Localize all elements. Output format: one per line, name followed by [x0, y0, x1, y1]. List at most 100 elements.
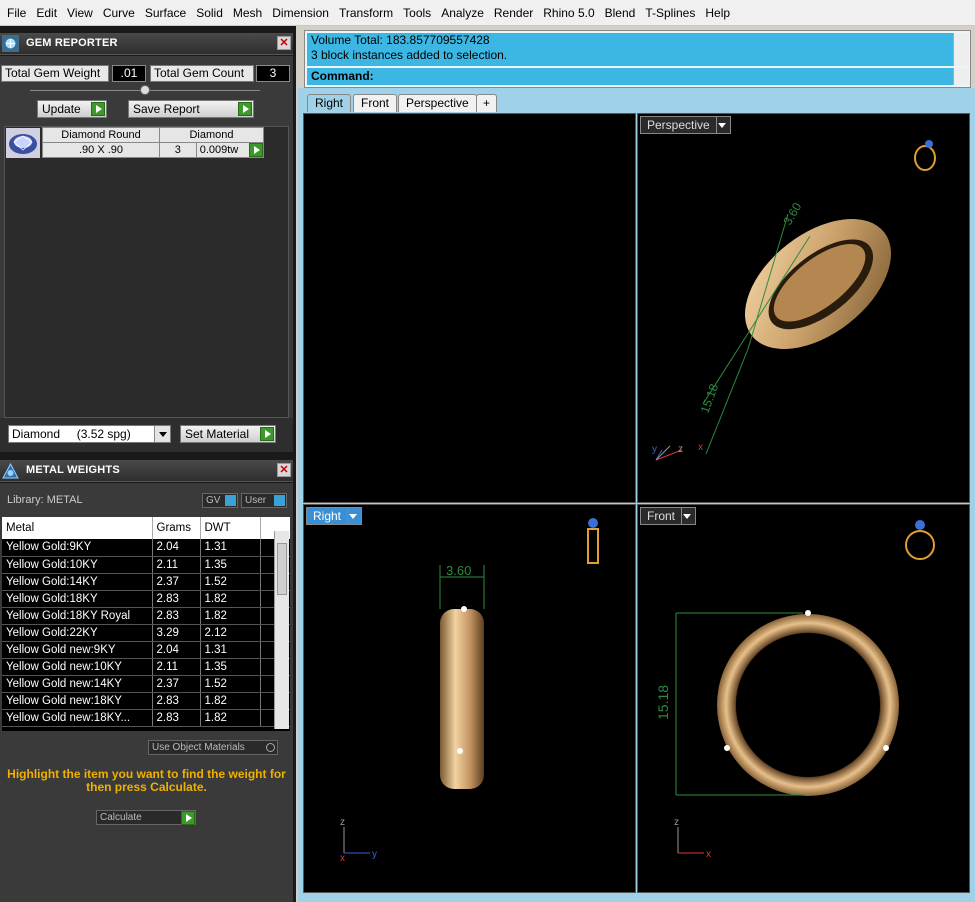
- gem-reporter-title: GEM REPORTER: [26, 37, 118, 49]
- table-row[interactable]: Yellow Gold new:9KY 2.04 1.31: [2, 641, 290, 659]
- grams-cell: 2.04: [152, 641, 201, 659]
- gem-weight-cell[interactable]: 0.009tw: [195, 142, 265, 158]
- material-select[interactable]: Diamond (3.52 spg): [8, 425, 171, 443]
- menu-edit[interactable]: Edit: [31, 0, 62, 26]
- viewport-right[interactable]: Right 3.60 zyx: [303, 504, 636, 893]
- ring-thumbnail-icon: [914, 140, 936, 171]
- axis-icon: zx: [674, 817, 711, 860]
- menu-analyze[interactable]: Analyze: [436, 0, 489, 26]
- tab-front[interactable]: Front: [353, 94, 398, 112]
- tab-right-label: Right: [315, 96, 344, 110]
- grams-cell: 2.11: [152, 658, 201, 676]
- table-row[interactable]: Yellow Gold new:18KY... 2.83 1.82: [2, 709, 290, 727]
- close-icon[interactable]: ✕: [277, 36, 291, 50]
- grams-cell: 2.04: [152, 539, 201, 557]
- command-history: Volume Total: 183.857709557428 3 block i…: [307, 33, 953, 66]
- svg-text:x: x: [340, 853, 345, 864]
- calculate-button[interactable]: Calculate: [96, 810, 196, 825]
- grams-cell: 2.37: [152, 573, 201, 591]
- menu-file[interactable]: File: [2, 0, 31, 26]
- metal-name-cell: Yellow Gold new:14KY: [2, 675, 153, 693]
- gem-reporter-icon: [2, 35, 19, 52]
- gem-count: 3: [159, 142, 197, 158]
- perspective-ring-render: 3.60 15.18 y z x: [652, 140, 936, 461]
- gem-size: .90 X .90: [42, 142, 160, 158]
- dwt-cell: 1.31: [200, 539, 261, 557]
- dwt-cell: 1.82: [200, 709, 261, 727]
- metal-name-cell: Yellow Gold:18KY Royal: [2, 607, 153, 625]
- table-row[interactable]: Yellow Gold:22KY 3.29 2.12: [2, 624, 290, 642]
- user-toggle[interactable]: User: [241, 493, 287, 508]
- metal-scrollbar[interactable]: [274, 531, 289, 729]
- command-input-scrollbar[interactable]: [953, 68, 969, 85]
- total-gem-count-value: 3: [256, 65, 290, 82]
- table-row[interactable]: Yellow Gold new:18KY 2.83 1.82: [2, 692, 290, 710]
- table-row[interactable]: Yellow Gold:18KY 2.83 1.82: [2, 590, 290, 608]
- metal-weights-icon: [2, 462, 19, 479]
- metal-name-cell: Yellow Gold new:18KY...: [2, 709, 153, 727]
- table-row[interactable]: Yellow Gold:14KY 2.37 1.52: [2, 573, 290, 591]
- metal-name-cell: Yellow Gold:9KY: [2, 539, 153, 557]
- dwt-cell: 1.35: [200, 556, 261, 574]
- dwt-cell: 1.82: [200, 607, 261, 625]
- viewport-perspective[interactable]: Perspective 3.60 15.18 yzx: [637, 113, 970, 503]
- update-button[interactable]: Update: [37, 100, 107, 118]
- calculate-hint: Highlight the item you want to find the …: [7, 767, 286, 794]
- table-row[interactable]: Yellow Gold:10KY 2.11 1.35: [2, 556, 290, 574]
- menu-transform[interactable]: Transform: [334, 0, 398, 26]
- viewport-empty[interactable]: [303, 113, 636, 503]
- command-input[interactable]: Command:: [307, 68, 953, 85]
- set-material-button[interactable]: Set Material: [180, 425, 276, 443]
- col-metal[interactable]: Metal: [2, 517, 153, 539]
- metal-name-cell: Yellow Gold:18KY: [2, 590, 153, 608]
- col-dwt[interactable]: DWT: [200, 517, 261, 539]
- save-report-label: Save Report: [133, 102, 200, 116]
- tab-perspective[interactable]: Perspective: [398, 94, 477, 112]
- scrollbar-thumb[interactable]: [277, 543, 287, 595]
- menu-mesh[interactable]: Mesh: [228, 0, 267, 26]
- table-row[interactable]: Yellow Gold:9KY 2.04 1.31: [2, 539, 290, 557]
- gv-toggle[interactable]: GV: [202, 493, 238, 508]
- menu-rhino5[interactable]: Rhino 5.0: [538, 0, 599, 26]
- col-grams[interactable]: Grams: [152, 517, 201, 539]
- grams-cell: 3.29: [152, 624, 201, 642]
- menu-tsplines[interactable]: T-Splines: [640, 0, 700, 26]
- slider-knob[interactable]: [140, 85, 150, 95]
- menu-curve[interactable]: Curve: [98, 0, 140, 26]
- viewport-area: Perspective 3.60 15.18 yzx Right 3.60 z …: [298, 113, 975, 902]
- menu-render[interactable]: Render: [489, 0, 538, 26]
- menu-solid[interactable]: Solid: [191, 0, 228, 26]
- user-label: User: [245, 495, 267, 506]
- grams-cell: 2.83: [152, 709, 201, 727]
- metal-weights-header: METAL WEIGHTS ✕: [0, 460, 293, 482]
- menu-surface[interactable]: Surface: [140, 0, 191, 26]
- menu-dimension[interactable]: Dimension: [267, 0, 334, 26]
- metal-table-container: Metal Grams DWT Yellow Gold:9KY 2.04 1.31 Y…: [2, 517, 290, 731]
- dwt-cell: 2.12: [200, 624, 261, 642]
- metal-name-cell: Yellow Gold new:9KY: [2, 641, 153, 659]
- gem-reporter-header: GEM REPORTER ✕: [0, 33, 293, 55]
- menu-blend[interactable]: Blend: [600, 0, 641, 26]
- table-row[interactable]: Yellow Gold new:14KY 2.37 1.52: [2, 675, 290, 693]
- table-row[interactable]: Yellow Gold:18KY Royal 2.83 1.82: [2, 607, 290, 625]
- table-row[interactable]: Yellow Gold new:10KY 2.11 1.35: [2, 658, 290, 676]
- tab-right[interactable]: Right: [307, 94, 352, 112]
- viewport-front[interactable]: Front 15.18 zx: [637, 504, 970, 893]
- axis-icon: yzx: [652, 442, 703, 461]
- use-object-materials-toggle[interactable]: Use Object Materials: [148, 740, 278, 755]
- command-area: Volume Total: 183.857709557428 3 block i…: [304, 30, 971, 88]
- gem-shape: Diamond Round: [42, 127, 160, 143]
- front-dim-height: 15.18: [655, 685, 671, 720]
- add-tab-button[interactable]: +: [476, 94, 498, 112]
- right-ring-render: 3.60 z y x: [340, 518, 599, 864]
- gem-material: Diamond: [159, 127, 264, 143]
- grams-cell: 2.83: [152, 607, 201, 625]
- menu-tools[interactable]: Tools: [398, 0, 436, 26]
- close-icon[interactable]: ✕: [277, 463, 291, 477]
- menu-help[interactable]: Help: [700, 0, 735, 26]
- save-report-button[interactable]: Save Report: [128, 100, 254, 118]
- right-dim-width: 3.60: [446, 563, 471, 578]
- menu-view[interactable]: View: [62, 0, 98, 26]
- command-history-scrollbar[interactable]: [953, 33, 969, 66]
- gem-table: Diamond Round Diamond .90 X .90 3 0.009t…: [42, 127, 265, 158]
